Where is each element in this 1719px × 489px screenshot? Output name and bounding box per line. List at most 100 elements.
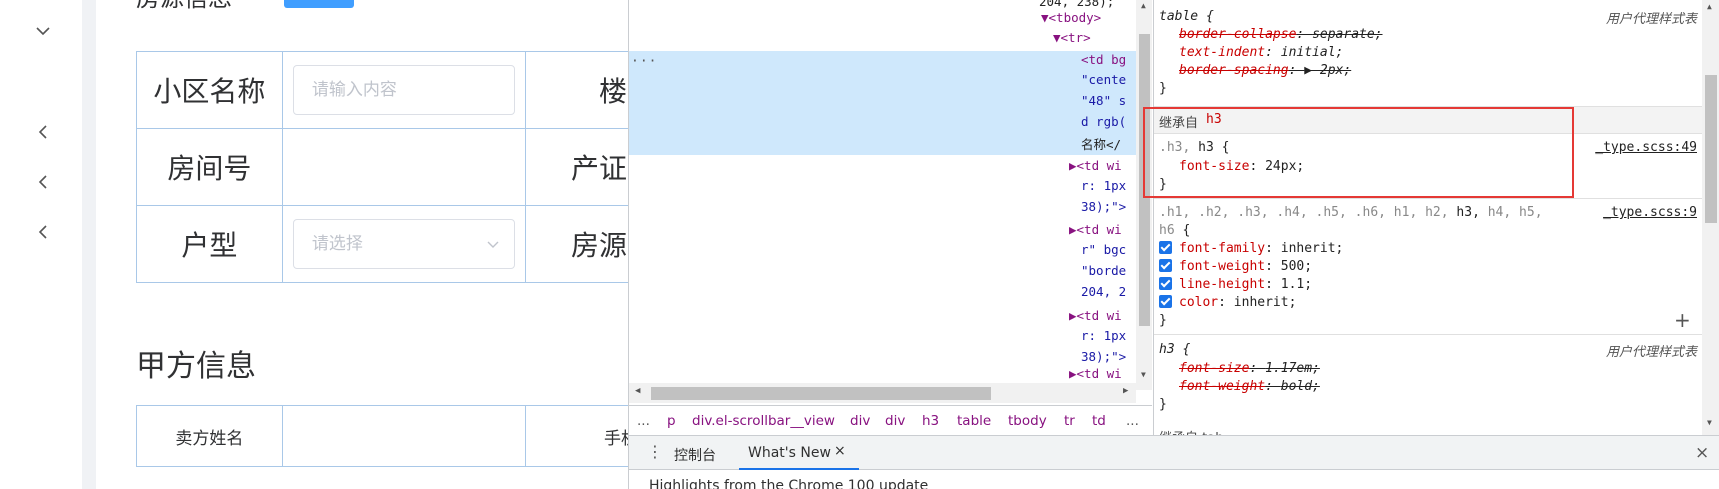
unit-type-select[interactable]: 请选择: [292, 219, 516, 269]
dom-line: "cente: [1081, 72, 1126, 87]
css-declaration[interactable]: border-collapse: separate;: [1179, 27, 1383, 42]
dom-line[interactable]: ▶<td wi: [1069, 222, 1122, 237]
dom-line[interactable]: ▶<td wi: [1069, 308, 1122, 323]
dom-line[interactable]: 204, 238);: [1039, 0, 1114, 9]
breadcrumb: ... p div.el-scrollbar__view div div h3 …: [629, 405, 1152, 435]
chevron-down-icon: [487, 241, 499, 248]
dom-line-text: ▼<tbody>: [1041, 10, 1102, 25]
community-name-input[interactable]: 请输入内容: [292, 65, 516, 115]
dom-line[interactable]: <td bg: [1081, 52, 1126, 67]
css-declaration[interactable]: font-size: 1.17em;: [1179, 361, 1320, 376]
css-brace: }: [1159, 397, 1167, 412]
breadcrumb-item[interactable]: div: [885, 413, 905, 429]
dom-line[interactable]: ▼<tr>: [1053, 30, 1091, 45]
selector-dim: h6: [1159, 223, 1175, 238]
dom-line: d rgb(: [1081, 114, 1126, 129]
breadcrumb-item[interactable]: ...: [1126, 413, 1139, 429]
css-value: inherit;: [1280, 241, 1344, 256]
rule-source: 用户代理样式表: [1605, 345, 1697, 360]
selected-node-row[interactable]: [629, 51, 1136, 155]
css-declaration[interactable]: line-height: 1.1;: [1159, 277, 1312, 292]
breadcrumb-item[interactable]: div: [850, 413, 870, 429]
input-cell: 请输入内容: [281, 51, 527, 129]
scrollbar-thumb[interactable]: [1705, 75, 1717, 223]
scrollbar-thumb[interactable]: [651, 387, 991, 400]
party-a-table: 卖方姓名 手机号: [136, 405, 628, 467]
close-icon[interactable]: ×: [834, 443, 846, 459]
selector-brace: {: [1174, 223, 1191, 238]
breadcrumb-item[interactable]: tr: [1064, 413, 1075, 429]
scroll-up-icon[interactable]: ▲: [1141, 1, 1146, 10]
css-declaration[interactable]: font-family: inherit;: [1159, 241, 1343, 256]
css-value: 1.17em;: [1265, 361, 1320, 376]
css-value: 1.1;: [1280, 277, 1313, 292]
house-info-table: 小区名称 请输入内容 楼宇 房间号 产证编 户型 请选择 房: [136, 51, 628, 283]
label-cell: 房源地: [525, 205, 628, 283]
tab-console[interactable]: 控制台: [674, 445, 716, 465]
css-selector[interactable]: h3 {: [1159, 342, 1190, 357]
dom-line[interactable]: ▶<td wi: [1069, 158, 1122, 173]
dom-line: 204, 2: [1081, 284, 1126, 299]
tab-label: What's New: [748, 445, 831, 461]
label-cell: 楼宇: [525, 51, 628, 129]
breadcrumb-item[interactable]: tbody: [1008, 413, 1047, 429]
chevron-left-icon[interactable]: [34, 123, 52, 141]
dom-line-text: <td bg: [1081, 52, 1127, 67]
scroll-down-icon[interactable]: ▼: [1707, 418, 1712, 427]
css-value: inherit;: [1233, 295, 1297, 310]
scroll-down-icon[interactable]: ▼: [1141, 370, 1146, 379]
dom-line-text: ▶<td wi: [1069, 366, 1122, 381]
breadcrumb-item[interactable]: h3: [922, 413, 939, 429]
node-menu-dots[interactable]: ···: [631, 54, 657, 69]
checkbox-icon[interactable]: [1159, 277, 1172, 290]
dom-line-text: "48" s: [1081, 93, 1127, 108]
dom-line-text: 名称</: [1081, 137, 1122, 152]
scroll-right-icon[interactable]: ▶: [1123, 386, 1128, 396]
css-property: font-family: [1179, 241, 1266, 256]
css-declaration[interactable]: font-weight: bold;: [1179, 379, 1320, 394]
scroll-left-icon[interactable]: ◀: [635, 386, 640, 396]
kebab-menu-icon[interactable]: ⋮: [647, 444, 663, 460]
css-declaration[interactable]: text-indent: initial;: [1179, 45, 1343, 60]
css-selector[interactable]: .h1, .h2, .h3, .h4, .h5, .h6, h1, h2, h3…: [1159, 205, 1543, 220]
dom-line-text: ▶<td wi: [1069, 308, 1122, 323]
chevron-left-icon[interactable]: [34, 173, 52, 191]
dom-line-text: r: 1px: [1081, 178, 1127, 193]
room-number-cell: [281, 128, 527, 206]
css-value: initial;: [1280, 45, 1344, 60]
dom-line[interactable]: ▶<td wi: [1069, 366, 1122, 381]
checkbox-icon[interactable]: [1159, 259, 1172, 272]
css-selector[interactable]: table {: [1159, 9, 1214, 24]
primary-button[interactable]: [284, 0, 354, 8]
checkbox-icon[interactable]: [1159, 295, 1172, 308]
dom-line[interactable]: ▼<tbody>: [1041, 10, 1101, 25]
dom-line-text: 38);">: [1081, 199, 1127, 214]
chevron-left-icon[interactable]: [34, 223, 52, 241]
breadcrumb-item[interactable]: ...: [637, 413, 650, 429]
css-value: separate;: [1312, 27, 1383, 42]
close-icon[interactable]: ×: [1695, 443, 1709, 463]
css-property: text-indent: [1179, 45, 1266, 60]
scroll-up-icon[interactable]: ▲: [1707, 2, 1712, 11]
css-declaration[interactable]: font-weight: 500;: [1159, 259, 1312, 274]
css-property: border-collapse: [1179, 27, 1297, 42]
add-declaration-icon[interactable]: +: [1674, 308, 1691, 332]
css-property: font-weight: [1179, 379, 1266, 394]
dom-line-text: r: 1px: [1081, 328, 1127, 343]
breadcrumb-item[interactable]: table: [957, 413, 991, 429]
css-selector-cont[interactable]: h6 {: [1159, 223, 1190, 238]
dom-line-text: ▶<td wi: [1069, 222, 1122, 237]
source-link[interactable]: _type.scss:9: [1603, 205, 1697, 220]
chevron-down-icon[interactable]: [34, 22, 52, 40]
dom-line: 38);">: [1081, 349, 1126, 364]
css-property: border-spacing: [1179, 63, 1289, 78]
inherited-label-cut: 继承自 tab: [1159, 427, 1223, 435]
breadcrumb-item[interactable]: p: [667, 413, 676, 429]
breadcrumb-item[interactable]: div.el-scrollbar__view: [692, 413, 835, 429]
css-declaration[interactable]: color: inherit;: [1159, 295, 1296, 310]
source-link[interactable]: _type.scss:49: [1595, 140, 1697, 155]
breadcrumb-item-selected[interactable]: td: [1092, 413, 1106, 429]
checkbox-icon[interactable]: [1159, 241, 1172, 254]
label-cell: 小区名称: [136, 51, 283, 129]
css-declaration[interactable]: border-spacing: ▶ 2px;: [1179, 63, 1351, 78]
